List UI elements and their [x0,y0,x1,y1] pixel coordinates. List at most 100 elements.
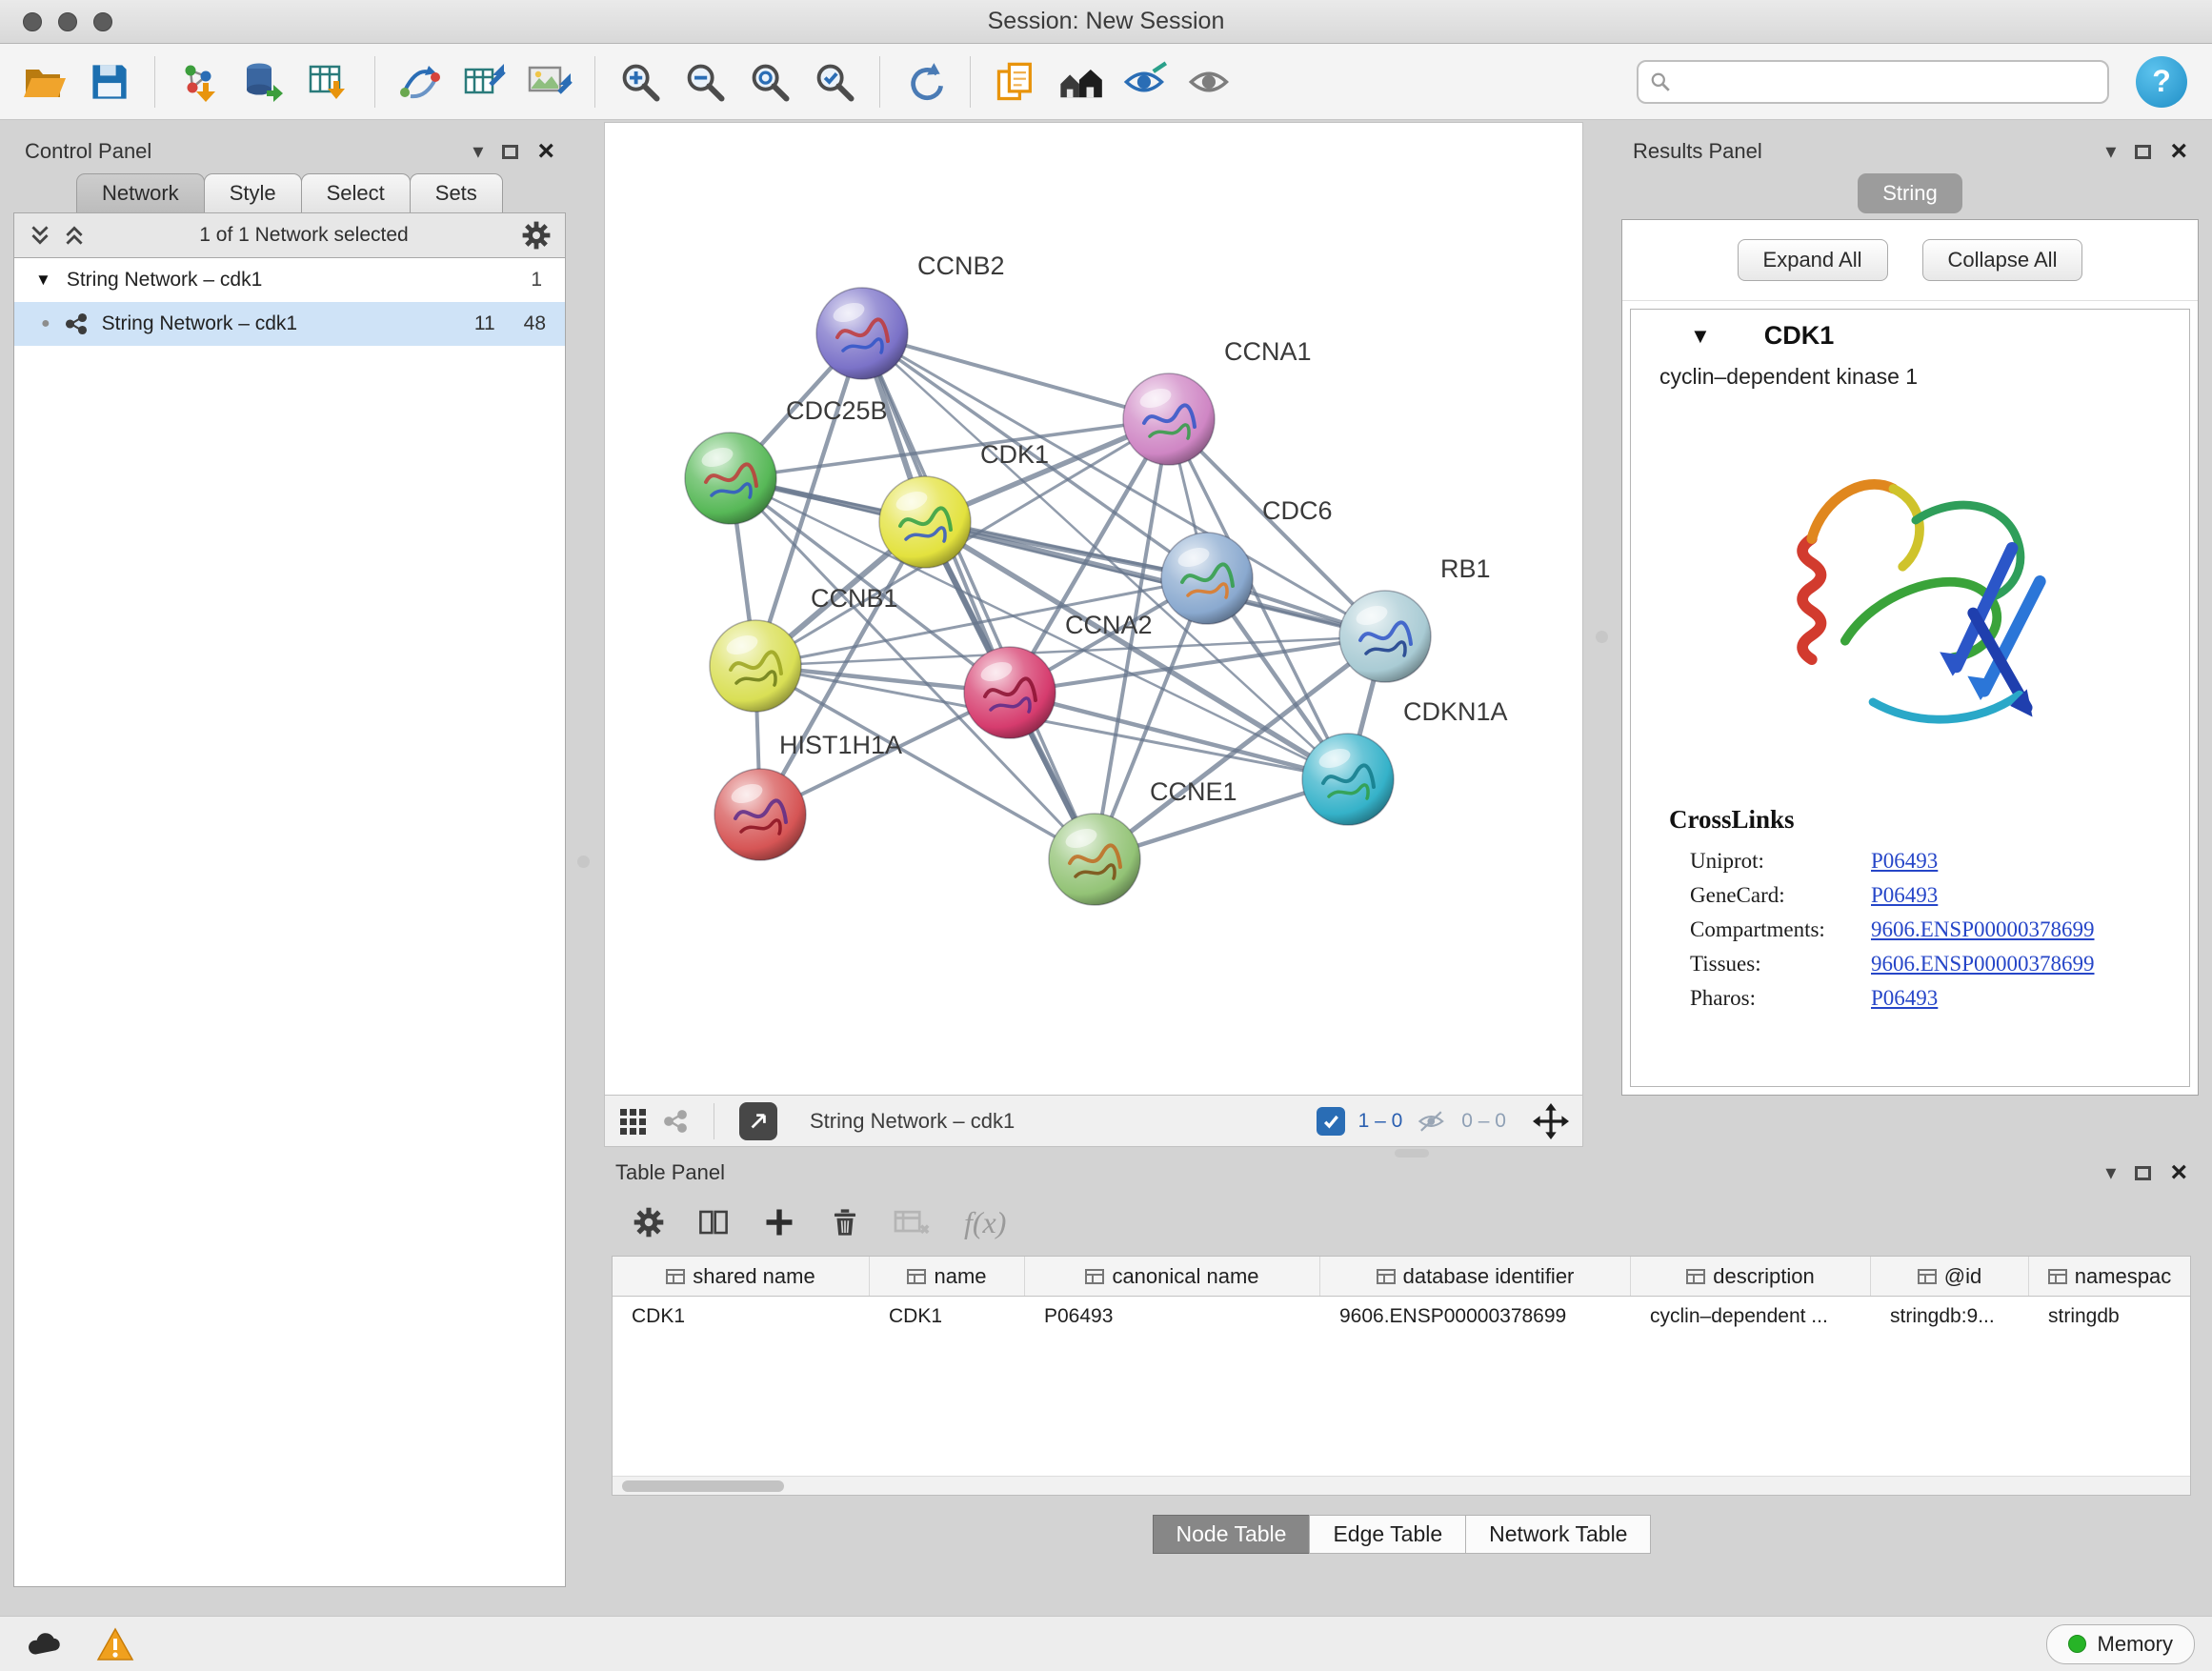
copy-document-button[interactable] [986,52,1045,111]
network-node-CDKN1A[interactable]: CDKN1A [1302,697,1508,825]
panel-menu-caret-icon[interactable]: ▾ [473,141,483,162]
network-row-selected[interactable]: ● String Network – cdk1 11 48 [14,302,565,346]
panel-float-icon[interactable] [2135,145,2151,159]
show-graphics-details-button[interactable] [1116,52,1175,111]
cell-name[interactable]: CDK1 [870,1297,1025,1337]
network-graph[interactable]: CCNB2CCNA1CDC25BCDK1CDC6RB1CCNB1CCNA2CDK… [605,123,1582,1095]
hidden-eye-icon[interactable] [1416,1108,1448,1135]
search-input[interactable] [1679,70,2096,93]
gear-icon[interactable] [633,1206,665,1238]
minimize-window-button[interactable] [58,12,77,31]
network-share-gray-icon[interactable] [662,1108,689,1135]
gear-icon[interactable] [521,220,552,251]
panel-close-icon[interactable]: × [2170,1158,2187,1187]
network-node-CCNA1[interactable]: CCNA1 [1123,337,1312,465]
zoom-out-button[interactable] [675,52,734,111]
panel-resize-handle[interactable] [1395,1149,1429,1158]
zoom-window-button[interactable] [93,12,112,31]
network-canvas[interactable]: CCNB2CCNA1CDC25BCDK1CDC6RB1CCNB1CCNA2CDK… [604,122,1583,1096]
export-image-button[interactable] [520,52,579,111]
collapse-all-chevrons-icon[interactable] [28,223,52,248]
save-session-button[interactable] [80,52,139,111]
column-header-name[interactable]: name [870,1257,1025,1296]
delete-icon[interactable] [829,1206,861,1238]
selected-nodes-checkbox-icon[interactable] [1317,1107,1345,1136]
expand-all-button[interactable]: Expand All [1738,239,1888,281]
zoom-in-button[interactable] [611,52,670,111]
tab-select[interactable]: Select [301,173,411,212]
panel-float-icon[interactable] [2135,1166,2151,1180]
cell-id[interactable]: stringdb:9... [1871,1297,2029,1337]
tab-network-table[interactable]: Network Table [1465,1515,1651,1554]
column-header-description[interactable]: description [1631,1257,1871,1296]
panel-close-icon[interactable]: × [2170,137,2187,166]
cloud-status-button[interactable] [17,1623,72,1665]
column-header-canonical-name[interactable]: canonical name [1025,1257,1320,1296]
table-row[interactable]: CDK1 CDK1 P06493 9606.ENSP00000378699 cy… [613,1297,2190,1337]
birdseye-view-button[interactable] [739,1102,777,1140]
import-network-database-button[interactable] [235,52,294,111]
show-columns-icon[interactable] [697,1206,730,1238]
column-header-shared-name[interactable]: shared name [613,1257,870,1296]
selected-counts: 1 – 0 [1358,1110,1403,1133]
cell-shared-name[interactable]: CDK1 [613,1297,870,1337]
tab-network[interactable]: Network [76,173,205,212]
help-button[interactable]: ? [2136,56,2187,108]
cell-namespace[interactable]: stringdb [2029,1297,2190,1337]
cell-description[interactable]: cyclin–dependent ... [1631,1297,1871,1337]
column-header-namespace[interactable]: namespac [2029,1257,2190,1296]
gene-description: cyclin–dependent kinase 1 [1631,360,2189,399]
crosslink-tissues-link[interactable]: 9606.ENSP00000378699 [1871,952,2095,976]
panel-float-icon[interactable] [502,145,518,159]
import-network-file-button[interactable] [171,52,230,111]
network-node-HIST1H1A[interactable]: HIST1H1A [714,731,902,860]
export-table-button[interactable] [455,52,514,111]
panel-menu-caret-icon[interactable]: ▾ [2105,1162,2116,1183]
scrollbar-thumb[interactable] [622,1480,784,1492]
network-collection-row[interactable]: ▼ String Network – cdk1 1 [14,258,565,302]
zoom-fit-button[interactable] [740,52,799,111]
collapse-all-button[interactable]: Collapse All [1922,239,2083,281]
grid-view-icon[interactable] [618,1107,647,1136]
home-button[interactable] [1051,52,1110,111]
tab-sets[interactable]: Sets [410,173,503,212]
network-node-CCNE1[interactable]: CCNE1 [1049,777,1237,905]
crosslink-uniprot-link[interactable]: P06493 [1871,849,1938,874]
vertical-splitter-handle[interactable] [577,856,590,868]
add-column-icon[interactable] [762,1205,796,1239]
function-builder-icon[interactable]: f(x) [964,1205,1006,1240]
move-crosshair-icon[interactable] [1533,1103,1569,1139]
refresh-button[interactable] [895,52,955,111]
open-session-button[interactable] [15,52,74,111]
network-node-RB1[interactable]: RB1 [1339,554,1491,682]
crosslink-genecard-link[interactable]: P06493 [1871,883,1938,908]
cell-database-identifier[interactable]: 9606.ENSP00000378699 [1320,1297,1631,1337]
crosslink-compartments-link[interactable]: 9606.ENSP00000378699 [1871,917,2095,942]
crosslink-pharos-link[interactable]: P06493 [1871,986,1938,1011]
merge-networks-button[interactable] [391,52,450,111]
warnings-button[interactable] [88,1623,143,1665]
column-header-database-identifier[interactable]: database identifier [1320,1257,1631,1296]
horizontal-scrollbar[interactable] [613,1476,2190,1495]
show-hide-button[interactable] [1180,52,1239,111]
toolbar-separator [594,56,595,108]
close-window-button[interactable] [23,12,42,31]
memory-button[interactable]: Memory [2046,1624,2195,1664]
column-header-id[interactable]: @id [1871,1257,2029,1296]
panel-menu-caret-icon[interactable]: ▾ [2105,141,2116,162]
tab-style[interactable]: Style [204,173,302,212]
delete-table-icon-disabled[interactable] [894,1205,932,1239]
panel-close-icon[interactable]: × [537,137,554,166]
import-table-button[interactable] [300,52,359,111]
section-collapse-caret-icon[interactable]: ▼ [1690,324,1711,349]
tab-edge-table[interactable]: Edge Table [1309,1515,1466,1554]
network-row-label: String Network – cdk1 [102,312,297,335]
table-type-tabs: Node Table Edge Table Network Table [604,1515,2199,1554]
tab-node-table[interactable]: Node Table [1153,1515,1311,1554]
zoom-selected-button[interactable] [805,52,864,111]
vertical-splitter-handle[interactable] [1596,631,1608,643]
tab-string[interactable]: String [1858,173,1961,213]
expand-all-chevrons-icon[interactable] [62,223,87,248]
cell-canonical-name[interactable]: P06493 [1025,1297,1320,1337]
tree-expand-caret-icon[interactable]: ▼ [35,271,51,290]
